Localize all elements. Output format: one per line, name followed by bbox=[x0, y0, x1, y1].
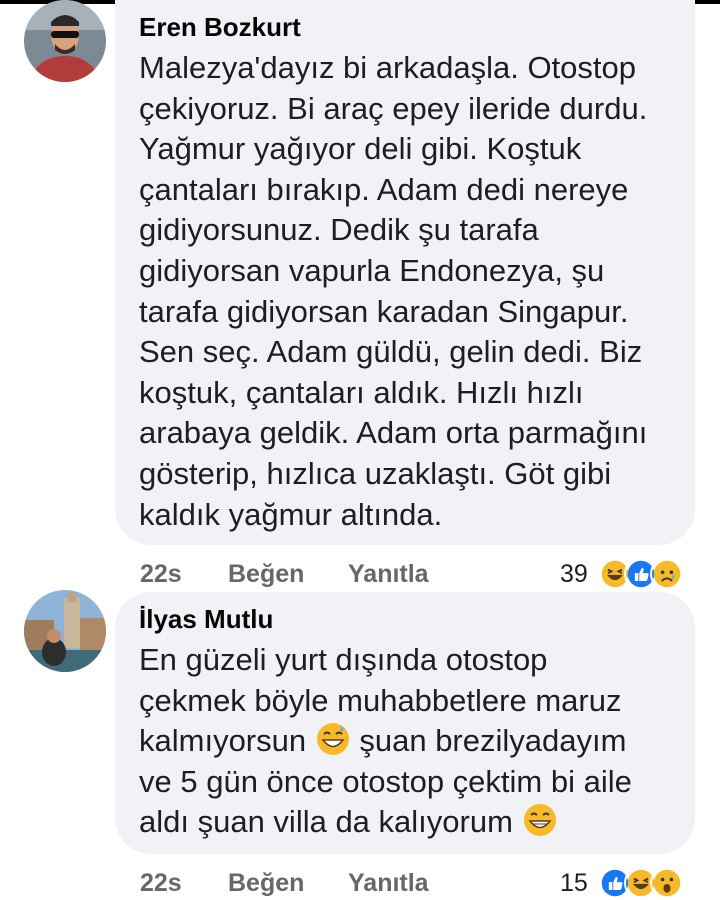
comment-actions-2: 22s Beğen Yanıtla 15 bbox=[140, 866, 700, 900]
reply-button-2[interactable]: Yanıtla bbox=[348, 866, 429, 900]
comment-author-2[interactable]: İlyas Mutlu bbox=[139, 604, 671, 634]
comment-2-line-part: kalmıyorsun bbox=[139, 723, 307, 759]
reactions-2[interactable] bbox=[598, 866, 698, 900]
grinning-sweat-emoji-icon bbox=[316, 723, 349, 756]
comment-1-line: Sen seç. Adam güldü, gelin dedi. Biz bbox=[139, 334, 643, 370]
comment-2-line: kalmıyorsun şuan brezilyadayım bbox=[139, 721, 671, 762]
comment-1-line: çekiyoruz. Bi araç epey ileride durdu. bbox=[139, 90, 648, 126]
comment-2-line: çekmek böyle muhabbetlere maruz bbox=[139, 682, 622, 718]
comment-text-2: En güzeli yurt dışında otostop çekmek bö… bbox=[139, 640, 671, 843]
comment-1-line: Yağmur yağıyor deli gibi. Koştuk bbox=[139, 131, 582, 167]
reactions-1[interactable] bbox=[598, 557, 698, 591]
wow-icon bbox=[650, 866, 684, 900]
sad-icon bbox=[650, 557, 684, 591]
comment-time-2[interactable]: 22s bbox=[140, 866, 182, 900]
comment-time-1[interactable]: 22s bbox=[140, 557, 182, 591]
comment-2-line-part: şuan brezilyadayım bbox=[359, 723, 627, 759]
comment-1-line: gösterip, hızlıca uzaklaştı. Göt gibi bbox=[139, 455, 612, 491]
comment-1-line: çantaları bırakıp. Adam dedi nereye bbox=[139, 171, 629, 207]
like-button-1[interactable]: Beğen bbox=[228, 557, 304, 591]
comment-2-line: ve 5 gün önce otostop çektim bi aile bbox=[139, 763, 632, 799]
comment-bubble-1: Eren Bozkurt Malezya'dayız bi arkadaşla.… bbox=[115, 0, 695, 545]
avatar-ilyas-mutlu[interactable] bbox=[24, 590, 106, 672]
grinning-emoji-icon bbox=[523, 804, 556, 837]
comment-2-line: aldı şuan villa da kalıyorum bbox=[139, 802, 671, 843]
comment-actions-1: 22s Beğen Yanıtla 39 bbox=[140, 557, 700, 591]
comment-2-line-part: aldı şuan villa da kalıyorum bbox=[139, 804, 513, 840]
reaction-count-1[interactable]: 39 bbox=[560, 557, 588, 591]
like-button-2[interactable]: Beğen bbox=[228, 866, 304, 900]
comment-2-line: En güzeli yurt dışında otostop bbox=[139, 642, 548, 677]
reply-button-1[interactable]: Yanıtla bbox=[348, 557, 429, 591]
comment-bubble-2: İlyas Mutlu En güzeli yurt dışında otost… bbox=[115, 592, 695, 854]
comment-text-1: Malezya'dayız bi arkadaşla. Otostop çeki… bbox=[139, 48, 671, 535]
comment-1-line: kaldık yağmur altında. bbox=[139, 496, 443, 532]
comment-1-line: arabaya geldik. Adam orta parmağını bbox=[139, 415, 648, 451]
reaction-count-2[interactable]: 15 bbox=[560, 866, 588, 900]
comment-author-1[interactable]: Eren Bozkurt bbox=[139, 12, 671, 42]
comment-1-line: gidiyorsan vapurla Endonezya, şu bbox=[139, 252, 605, 288]
avatar-eren-bozkurt[interactable] bbox=[24, 0, 106, 82]
comment-1-line: Malezya'dayız bi arkadaşla. Otostop bbox=[139, 50, 636, 85]
comment-1-line: gidiyorsunuz. Dedik şu tarafa bbox=[139, 212, 539, 248]
comment-1-line: tarafa gidiyorsan karadan Singapur. bbox=[139, 293, 629, 329]
comment-1-line: koştuk, çantaları aldık. Hızlı hızlı bbox=[139, 374, 584, 410]
